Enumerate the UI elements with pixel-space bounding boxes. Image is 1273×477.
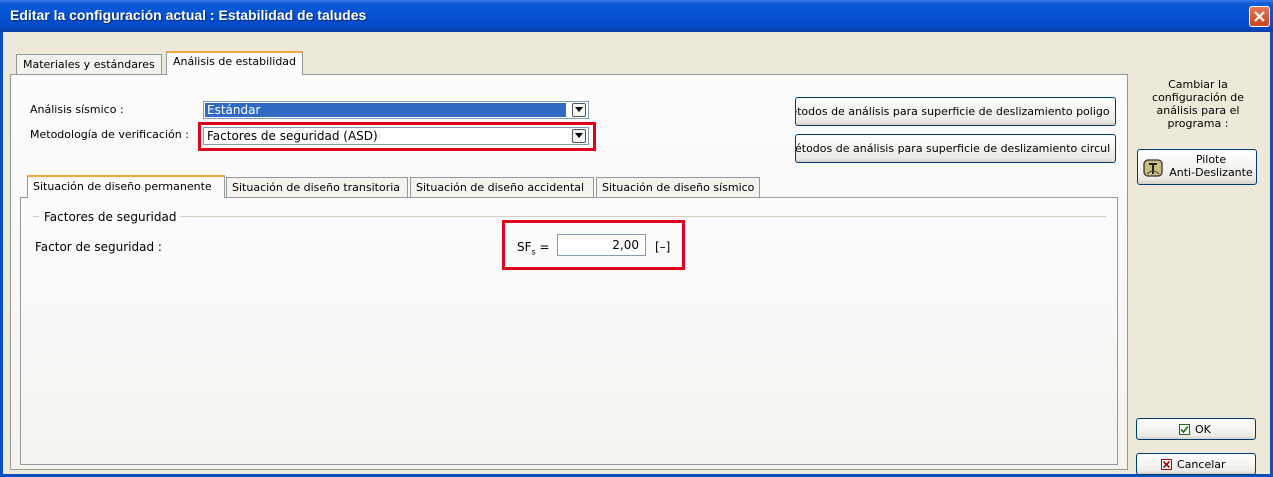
safety-factor-highlight xyxy=(502,220,685,270)
tab-materiales[interactable]: Materiales y estándares xyxy=(16,54,162,75)
tab-label: Situación de diseño transitoria xyxy=(232,181,401,194)
change-config-text: Cambiar la configuración de análisis par… xyxy=(1152,78,1244,130)
tab-label: Situación de diseño permanente xyxy=(33,180,212,193)
close-button[interactable] xyxy=(1249,6,1270,27)
check-icon xyxy=(1179,424,1190,435)
title-bar: Editar la configuración actual : Estabil… xyxy=(0,0,1273,32)
cancel-icon xyxy=(1161,459,1172,470)
ok-button[interactable]: OK xyxy=(1136,418,1256,440)
seismic-value: Estándar xyxy=(207,103,261,117)
polygonal-label: étodos de análisis para superficie de de… xyxy=(795,105,1110,118)
seismic-label: Análisis sísmico : xyxy=(30,103,124,116)
chevron-down-icon[interactable] xyxy=(572,103,586,117)
circular-methods-button[interactable]: étodos de análisis para superficie de de… xyxy=(795,134,1116,163)
close-icon xyxy=(1254,11,1265,22)
window-title: Editar la configuración actual : Estabil… xyxy=(10,7,367,23)
polygonal-methods-button[interactable]: tétodos de análisis para superficie de d… xyxy=(795,97,1116,126)
tab-label: Análisis de estabilidad xyxy=(173,55,297,68)
tab-label: Materiales y estándares xyxy=(23,58,155,71)
cancel-label: Cancelar xyxy=(1177,458,1226,471)
tab-permanente[interactable]: Situación de diseño permanente xyxy=(27,175,225,198)
group-title: Factores de seguridad xyxy=(44,210,177,224)
tab-sismico[interactable]: Situación de diseño sísmico xyxy=(596,177,760,198)
method-highlight xyxy=(198,122,596,151)
cancel-button[interactable]: Cancelar xyxy=(1136,453,1256,475)
ok-label: OK xyxy=(1195,423,1211,436)
method-label: Metodología de verificación : xyxy=(30,128,189,141)
tab-label: Situación de diseño sísmico xyxy=(602,181,755,194)
pile-anti-sliding-button[interactable]: Pilote Anti-Deslizante xyxy=(1137,149,1257,185)
group-line-right xyxy=(180,216,1106,217)
circular-label: étodos de análisis para superficie de de… xyxy=(795,142,1111,155)
tab-label: Situación de diseño accidental xyxy=(416,181,585,194)
seismic-select[interactable]: Estándar xyxy=(203,101,589,119)
tab-transitoria[interactable]: Situación de diseño transitoria xyxy=(226,177,408,198)
pile-line1: Pilote xyxy=(1195,153,1227,166)
pile-icon xyxy=(1143,159,1163,177)
group-line-left xyxy=(33,216,39,217)
tab-analisis-estabilidad[interactable]: Análisis de estabilidad xyxy=(166,51,304,75)
pile-line2: Anti-Deslizante xyxy=(1169,166,1253,179)
safety-factor-label: Factor de seguridad : xyxy=(35,240,162,254)
tab-accidental[interactable]: Situación de diseño accidental xyxy=(410,177,594,198)
